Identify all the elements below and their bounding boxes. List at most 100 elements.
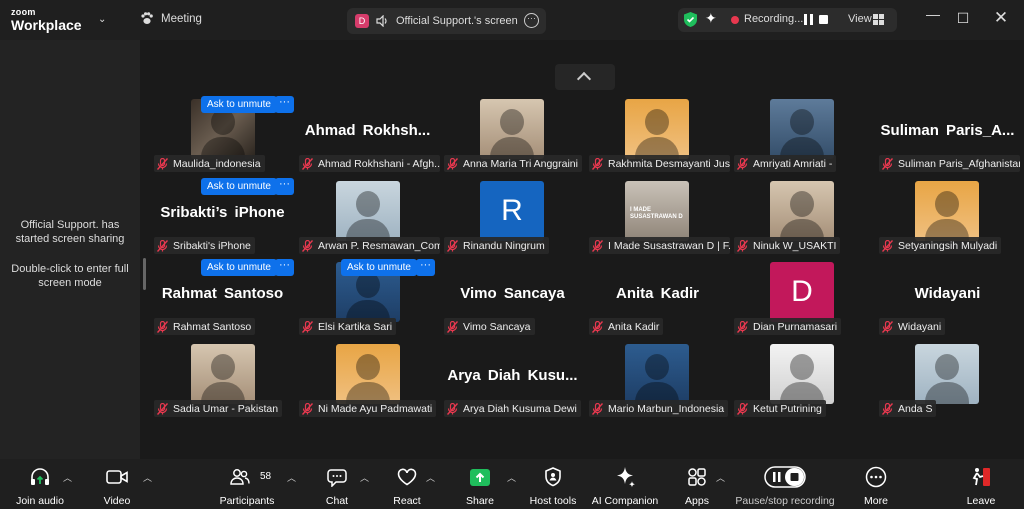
meeting-tab[interactable]: Meeting xyxy=(140,12,202,25)
minimize-icon[interactable]: — xyxy=(923,6,943,22)
screen-share-tab[interactable]: D Official Support.'s screen ··· xyxy=(347,8,546,34)
participant-tile[interactable]: Anita Kadir Anita Kadir xyxy=(585,262,730,344)
participant-name-label: Anna Maria Tri Anggraini xyxy=(444,155,582,172)
participant-display-name: Widayani xyxy=(914,285,981,302)
participant-tile[interactable]: D Dian Purnamasari xyxy=(730,262,875,344)
participant-tile[interactable]: Mario Marbun_Indonesia xyxy=(585,344,730,426)
share-options-icon[interactable]: ··· xyxy=(524,13,539,28)
apps-button[interactable]: Apps xyxy=(652,467,742,507)
person-silhouette xyxy=(790,191,814,217)
leave-button[interactable]: Leave xyxy=(936,467,1024,507)
participant-name-label: Vimo Sancaya xyxy=(444,318,535,335)
audio-options-chevron-icon[interactable]: ︿ xyxy=(63,471,72,484)
thumbnail-caption: I MADE SUSASTRAWAN D xyxy=(630,207,683,220)
participant-name: Widayani xyxy=(898,320,942,333)
share-title: Official Support.'s screen xyxy=(396,15,518,27)
participant-tile[interactable]: Rakhmita Desmayanti Jus... xyxy=(585,99,730,181)
ai-companion-status-icon[interactable]: ✦ xyxy=(705,10,717,27)
muted-mic-icon xyxy=(447,239,458,252)
participant-tile[interactable]: Suliman Paris_A... Suliman Paris_Afghanis… xyxy=(875,99,1020,181)
pause-recording-icon[interactable] xyxy=(804,14,813,25)
collapse-gallery-button[interactable] xyxy=(555,64,615,90)
recording-dot-icon xyxy=(731,16,739,24)
apps-icon xyxy=(688,468,706,486)
view-button[interactable]: View xyxy=(848,13,872,25)
participant-name: Anna Maria Tri Anggraini xyxy=(463,157,578,170)
ask-to-unmute-button[interactable]: Ask to unmute xyxy=(341,259,417,276)
participant-video-thumbnail xyxy=(480,99,544,159)
participant-tile[interactable]: I MADE SUSASTRAWAN D I Made Susastrawan D… xyxy=(585,181,730,263)
ai-sparkle-icon xyxy=(617,467,635,488)
participants-button[interactable]: Participants xyxy=(202,467,292,507)
video-options-chevron-icon[interactable]: ︿ xyxy=(143,471,152,484)
pause-stop-recording-button[interactable]: Pause/stop recording xyxy=(735,466,835,507)
view-grid-icon[interactable] xyxy=(873,14,884,25)
headphone-icon xyxy=(31,468,49,485)
participant-tile[interactable]: Sadia Umar - Pakistan xyxy=(150,344,295,426)
participant-name: Rinandu Ningrum xyxy=(463,239,545,252)
more-dots-icon xyxy=(865,466,887,488)
apps-options-chevron-icon[interactable]: ︿ xyxy=(716,471,725,484)
stop-recording-icon[interactable] xyxy=(819,15,828,24)
app-menu-chevron-icon[interactable]: ⌄ xyxy=(98,14,106,25)
participant-tile[interactable]: Ahmad Rokhsh... Ahmad Rokhshani - Afgh... xyxy=(295,99,440,181)
participant-more-button[interactable]: ··· xyxy=(275,96,294,113)
participant-tile[interactable]: Elsi Kartika Sari Ask to unmute ··· xyxy=(295,259,440,344)
sharer-avatar: D xyxy=(355,14,369,28)
participant-tile[interactable]: R Rinandu Ningrum xyxy=(440,181,585,263)
participant-name-label: Sadia Umar - Pakistan xyxy=(154,400,283,417)
participant-display-name: Anita Kadir xyxy=(615,285,699,302)
participant-name-label: Sribakti's iPhone xyxy=(154,237,255,254)
encryption-shield-icon[interactable] xyxy=(683,11,698,28)
maximize-icon[interactable]: ☐ xyxy=(953,10,973,27)
participant-tile[interactable]: Setyaningsih Mulyadi xyxy=(875,181,1020,263)
participant-tile[interactable]: Arya Diah Kusu... Arya Diah Kusuma Dewi xyxy=(440,344,585,426)
muted-mic-icon xyxy=(737,239,748,252)
share-label: Share xyxy=(465,495,495,507)
participant-tile[interactable]: Ninuk W_USAKTI xyxy=(730,181,875,263)
participant-tile[interactable]: Anna Maria Tri Anggraini xyxy=(440,99,585,181)
participant-tile[interactable]: Arwan P. Resmawan_Com... xyxy=(295,181,440,263)
muted-mic-icon xyxy=(592,157,603,170)
react-options-chevron-icon[interactable]: ︿ xyxy=(426,471,435,484)
participant-tile[interactable]: Rahmat Santoso Rahmat Santoso Ask to unmut… xyxy=(150,259,295,344)
muted-mic-icon xyxy=(592,402,603,415)
participant-name: Anita Kadir xyxy=(608,320,660,333)
more-button[interactable]: More xyxy=(831,466,921,507)
participant-more-button[interactable]: ··· xyxy=(275,178,294,195)
participant-display-name: Vimo Sancaya xyxy=(460,285,565,302)
participant-tile[interactable]: Sribakti’s iPhone Sribakti's iPhone Ask to… xyxy=(150,178,295,263)
muted-mic-icon xyxy=(592,320,603,333)
participant-tile[interactable]: Vimo Sancaya Vimo Sancaya xyxy=(440,262,585,344)
participant-name: Mario Marbun_Indonesia xyxy=(608,402,725,415)
ask-to-unmute-button[interactable]: Ask to unmute xyxy=(201,259,277,276)
participant-name-label: I Made Susastrawan D | F... xyxy=(589,237,730,254)
participant-name: Dian Purnamasari xyxy=(753,320,838,333)
participant-tile[interactable]: Anda S xyxy=(875,344,1020,426)
panel-resize-handle[interactable] xyxy=(143,258,146,290)
participant-more-button[interactable]: ··· xyxy=(416,259,435,276)
muted-mic-icon xyxy=(157,320,168,333)
participant-name: Ketut Putrining xyxy=(753,402,822,415)
participant-name: Rakhmita Desmayanti Jus... xyxy=(608,157,730,170)
participant-tile[interactable]: Ni Made Ayu Padmawati xyxy=(295,344,440,426)
participant-tile[interactable]: Widayani Widayani xyxy=(875,262,1020,344)
ask-to-unmute-button[interactable]: Ask to unmute xyxy=(201,96,277,113)
participant-video-thumbnail: I MADE SUSASTRAWAN D xyxy=(625,181,689,241)
leave-door-icon xyxy=(972,468,990,486)
participant-name: Arya Diah Kusuma Dewi xyxy=(463,402,577,415)
participant-tile[interactable]: Maulida_indonesia Ask to unmute ··· xyxy=(150,96,295,181)
participant-tile[interactable]: Amriyati Amriati - xyxy=(730,99,875,181)
close-icon[interactable]: ✕ xyxy=(991,8,1011,28)
heart-icon xyxy=(397,468,417,486)
participant-tile[interactable]: Ketut Putrining xyxy=(730,344,875,426)
participant-display-name: Ahmad Rokhsh... xyxy=(304,122,431,139)
more-label: More xyxy=(864,495,888,507)
shared-screen-panel[interactable]: Official Support. has started screen sha… xyxy=(0,40,140,459)
participant-more-button[interactable]: ··· xyxy=(275,259,294,276)
pause-stop-label: Pause/stop recording xyxy=(735,495,835,507)
participant-name-label: Maulida_indonesia xyxy=(154,155,265,172)
speaker-icon[interactable] xyxy=(376,15,389,27)
apps-label: Apps xyxy=(685,495,709,507)
ask-to-unmute-button[interactable]: Ask to unmute xyxy=(201,178,277,195)
